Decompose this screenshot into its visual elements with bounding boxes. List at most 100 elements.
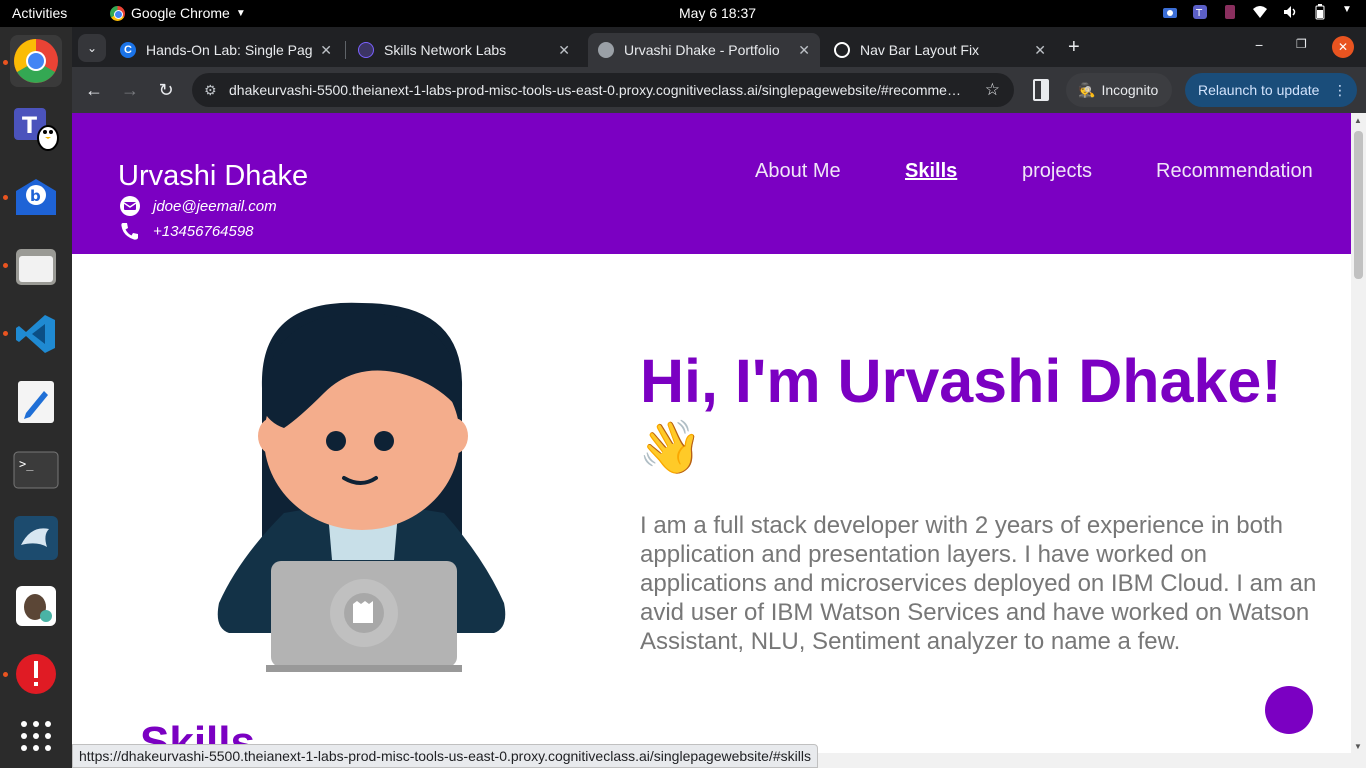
scrollbar-thumb[interactable] <box>1354 131 1363 279</box>
arrow-right-icon: → <box>121 80 139 100</box>
nav-link-recommendation[interactable]: Recommendation <box>1156 160 1313 183</box>
terminal-launcher[interactable]: >_ <box>10 444 62 496</box>
teams-launcher[interactable]: T <box>10 102 62 154</box>
vscode-icon <box>16 315 55 353</box>
restore-icon: ❐ <box>1296 37 1307 51</box>
mail-icon <box>120 196 140 216</box>
clock[interactable]: May 6 18:37 <box>679 5 756 21</box>
dbeaver-launcher[interactable] <box>10 580 62 632</box>
forward-button[interactable]: → <box>118 78 142 102</box>
close-tab-icon[interactable]: ✕ <box>1034 42 1046 59</box>
incognito-label: Incognito <box>1101 82 1159 98</box>
tab-search-button[interactable]: ⌄ <box>78 34 106 62</box>
power-menu-caret-icon[interactable]: ▼ <box>1342 4 1352 20</box>
tab-title: Hands-On Lab: Single Page <box>146 42 313 58</box>
dbeaver-icon <box>16 586 56 626</box>
address-bar[interactable]: ⚙ dhakeurvashi-5500.theianext-1-labs-pro… <box>192 73 1014 107</box>
mysql-workbench-launcher[interactable] <box>10 512 62 564</box>
vscode-launcher[interactable] <box>10 308 62 360</box>
chrome-launcher[interactable] <box>10 35 62 87</box>
minimize-icon: − <box>1255 37 1264 53</box>
close-tab-icon[interactable]: ✕ <box>558 42 570 59</box>
mysql-workbench-icon <box>14 516 58 560</box>
volume-icon[interactable] <box>1282 4 1298 20</box>
running-indicator <box>3 60 8 65</box>
nav-link-skills[interactable]: Skills <box>905 160 957 183</box>
dock: T b >_ <box>0 27 72 768</box>
software-updater-launcher[interactable] <box>10 648 62 700</box>
incognito-icon: 🕵 <box>1078 82 1096 98</box>
side-panel-icon <box>1041 81 1047 99</box>
tab-title: Urvashi Dhake - Portfolio <box>624 42 780 58</box>
incognito-indicator[interactable]: 🕵 Incognito <box>1066 73 1173 107</box>
minimize-window-button[interactable]: − <box>1255 37 1263 53</box>
scroll-to-top-button[interactable] <box>1265 686 1313 734</box>
relaunch-to-update-button[interactable]: Relaunch to update ⋮ <box>1185 73 1357 107</box>
running-indicator <box>3 331 8 336</box>
tab-title: Nav Bar Layout Fix <box>860 42 980 58</box>
battery-icon[interactable] <box>1312 4 1328 20</box>
bookmark-star-icon[interactable]: ☆ <box>985 73 1000 107</box>
back-button[interactable]: ← <box>82 78 106 102</box>
tab-nav-bar-layout-fix[interactable]: Nav Bar Layout Fix ✕ <box>824 33 1056 67</box>
maximize-window-button[interactable]: ❐ <box>1296 37 1307 51</box>
wifi-icon[interactable] <box>1252 4 1268 20</box>
phone-text[interactable]: +13456764598 <box>153 223 254 240</box>
chevron-down-icon: ⌄ <box>86 41 98 55</box>
text-editor-launcher[interactable] <box>10 376 62 428</box>
tab-skills-network-labs[interactable]: Skills Network Labs ✕ <box>348 33 580 67</box>
text-editor-icon <box>18 381 54 423</box>
svg-text:T: T <box>22 114 37 139</box>
running-indicator <box>3 263 8 268</box>
more-vert-icon[interactable]: ⋮ <box>1333 73 1347 107</box>
site-header: Urvashi Dhake jdoe@jeemail.com +13456764… <box>72 113 1351 254</box>
svg-text:T: T <box>1195 8 1203 19</box>
tab-separator <box>345 41 346 59</box>
chrome-icon <box>110 5 125 21</box>
browser-toolbar: ← → ↻ ⚙ dhakeurvashi-5500.theianext-1-la… <box>72 67 1366 113</box>
new-tab-button[interactable]: + <box>1068 36 1080 59</box>
teams-indicator-icon[interactable]: T <box>1192 4 1208 20</box>
close-window-button[interactable]: ✕ <box>1332 36 1354 58</box>
mail-launcher[interactable]: b <box>10 170 62 222</box>
show-apps-icon <box>21 721 51 751</box>
show-apps-button[interactable] <box>10 710 62 762</box>
tab-hands-on-lab[interactable]: C Hands-On Lab: Single Page ✕ <box>110 33 342 67</box>
nav-link-projects[interactable]: projects <box>1022 160 1092 183</box>
app-menu[interactable]: Google Chrome ▼ <box>110 5 246 21</box>
side-panel-button[interactable] <box>1033 79 1049 101</box>
hero-description: I am a full stack developer with 2 years… <box>640 512 1317 655</box>
scroll-down-arrow-icon[interactable]: ▼ <box>1354 742 1362 751</box>
email-text[interactable]: jdoe@jeemail.com <box>153 198 277 215</box>
running-indicator <box>3 672 8 677</box>
system-top-bar: Activities Google Chrome ▼ May 6 18:37 T… <box>0 0 1366 27</box>
close-icon: ✕ <box>1337 40 1349 54</box>
relaunch-label: Relaunch to update <box>1198 82 1320 98</box>
reload-icon: ↻ <box>158 80 174 100</box>
tab-portfolio[interactable]: Urvashi Dhake - Portfolio ✕ <box>588 33 820 67</box>
scroll-up-arrow-icon[interactable]: ▲ <box>1354 116 1362 125</box>
nav-link-about-me[interactable]: About Me <box>755 160 841 183</box>
contact-email: jdoe@jeemail.com <box>120 196 277 216</box>
files-launcher[interactable] <box>10 240 62 292</box>
vertical-scrollbar[interactable]: ▲ ▼ <box>1351 113 1366 768</box>
mail-icon: b <box>16 179 56 215</box>
app-menu-label: Google Chrome <box>131 5 230 21</box>
close-tab-icon[interactable]: ✕ <box>798 42 810 59</box>
waving-hand-emoji-icon: 👋 <box>638 419 703 477</box>
caret-down-icon: ▼ <box>235 7 246 19</box>
screenshot-indicator-icon[interactable] <box>1162 4 1178 20</box>
files-icon <box>16 249 56 285</box>
update-indicator-icon[interactable] <box>1222 4 1238 20</box>
hero-title: Hi, I'm Urvashi Dhake! <box>640 347 1282 415</box>
chrome-icon <box>14 39 58 83</box>
close-tab-icon[interactable]: ✕ <box>320 42 332 59</box>
avatar-illustration <box>217 302 506 672</box>
site-owner-name: Urvashi Dhake <box>118 160 309 192</box>
running-indicator <box>3 195 8 200</box>
reload-button[interactable]: ↻ <box>154 78 178 102</box>
activities-button[interactable]: Activities <box>12 5 67 21</box>
system-tray[interactable]: T ▼ <box>1162 4 1352 20</box>
url-text: dhakeurvashi-5500.theianext-1-labs-prod-… <box>229 82 961 98</box>
site-info-icon[interactable]: ⚙ <box>204 73 217 107</box>
